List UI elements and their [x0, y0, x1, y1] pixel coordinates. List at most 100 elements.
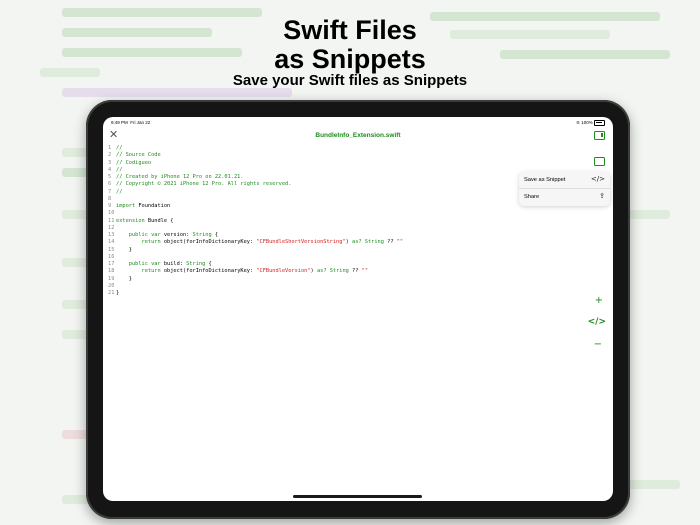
battery-percent: 100% [581, 120, 593, 126]
code-token: { [211, 232, 219, 238]
ipad-device-frame: 9:49 PM Fri Jan 22 ≋ 100% ✕ BundleInfo_E… [86, 100, 630, 519]
code-line: 6 // Copyright © 2021 iPhone 12 Pro. All … [108, 181, 403, 188]
line-number: 6 [108, 181, 112, 188]
context-menu: Save as Snippet </> Share ⇪ [519, 172, 610, 206]
menu-item-label: Save as Snippet [524, 177, 566, 183]
code-line: 9 import Foundation [108, 203, 403, 210]
line-number: 2 [108, 152, 112, 159]
code-line: 18 return object(forInfoDictionaryKey: "… [108, 268, 403, 275]
headline-line-1: Swift Files [283, 15, 417, 45]
code-line: 3 // Codigueo [108, 160, 403, 167]
code-token: public var [128, 232, 161, 238]
status-date: Fri Jan 22 [130, 120, 151, 125]
code-token: // Codigueo [116, 159, 152, 166]
code-token: String [192, 232, 212, 238]
code-token: object(forInfoDictionaryKey: [160, 268, 257, 275]
code-line: 4 // [108, 167, 403, 174]
line-number: 8 [108, 195, 112, 202]
code-token: return [141, 268, 161, 275]
share-icon: ⇪ [599, 192, 605, 200]
menu-item-share[interactable]: Share ⇪ [519, 189, 610, 205]
line-number: 11 [108, 217, 115, 224]
code-token: // [116, 145, 123, 151]
code-line: 5 // Created by iPhone 12 Pro on 22.01.21… [108, 174, 403, 181]
menu-item-save-as-snippet[interactable]: Save as Snippet </> [519, 172, 610, 189]
app-screen: 9:49 PM Fri Jan 22 ≋ 100% ✕ BundleInfo_E… [103, 117, 613, 501]
line-number: 10 [108, 210, 115, 217]
line-number: 7 [108, 188, 112, 195]
code-line: 10 [108, 210, 403, 217]
code-line: 21} [108, 290, 403, 297]
sidebar-toggle-icon[interactable] [594, 131, 605, 140]
menu-item-label: Share [524, 194, 540, 200]
code-line: 12 [108, 225, 403, 232]
code-line: 11 extension Bundle { [108, 218, 403, 225]
code-token: "CFBundleVersion" [256, 268, 311, 275]
line-number: 4 [108, 166, 112, 173]
code-token: ?? [383, 239, 397, 246]
code-token: // [116, 188, 123, 195]
code-token: build: [160, 261, 187, 267]
code-brackets-icon: </> [590, 175, 605, 183]
code-line: 1 // [108, 145, 403, 152]
code-token: // Created by iPhone 12 Pro on 22.01.21. [116, 174, 244, 180]
line-number: 18 [108, 268, 115, 275]
code-token: } [116, 275, 132, 282]
code-token: // [116, 166, 123, 173]
line-number: 15 [108, 246, 115, 253]
code-line: 7 // [108, 189, 403, 196]
code-token: import [116, 203, 136, 209]
code-token: // Source Code [116, 152, 161, 159]
code-line: 16 [108, 254, 403, 261]
line-number: 19 [108, 275, 115, 282]
line-number: 9 [108, 203, 112, 209]
headline-line-2: as Snippets [274, 44, 426, 74]
code-token: "" [396, 239, 404, 246]
file-title: BundleInfo_Extension.swift [315, 132, 401, 139]
line-number: 13 [108, 232, 115, 238]
minus-icon[interactable]: − [594, 339, 602, 350]
code-token: } [116, 246, 132, 253]
promo-subtitle: Save your Swift files as Snippets [232, 72, 468, 89]
code-token: as? [316, 268, 327, 275]
code-token: Foundation [135, 203, 171, 209]
code-token: extension [116, 217, 145, 224]
line-number: 12 [108, 224, 115, 231]
code-line: 8 [108, 196, 403, 203]
plus-icon[interactable]: + [595, 295, 603, 306]
code-token: String [364, 239, 384, 246]
battery-icon [594, 120, 605, 126]
code-token: { [205, 261, 212, 267]
line-number: 3 [108, 159, 112, 166]
home-indicator[interactable] [293, 495, 422, 498]
code-line: 14 return object(forInfoDictionaryKey: "… [108, 239, 403, 246]
line-number: 14 [108, 239, 115, 246]
snippet-code-icon[interactable]: </> [588, 317, 606, 327]
wifi-icon: ≋ [576, 120, 580, 126]
code-line: 17 public var build: String { [108, 261, 403, 268]
code-line: 13 public var version: String { [108, 232, 403, 239]
line-number: 20 [108, 282, 115, 289]
code-token: // Copyright © 2021 iPhone 12 Pro. All r… [116, 181, 292, 188]
line-number: 17 [108, 261, 115, 267]
line-number: 5 [108, 174, 112, 180]
code-token: } [116, 290, 120, 296]
status-time: 9:49 PM [111, 120, 128, 125]
code-token: object(forInfoDictionaryKey: [160, 239, 257, 246]
code-token: version: [160, 232, 193, 238]
code-token: String [186, 261, 206, 267]
background-code-stripe [62, 88, 292, 97]
line-number: 21 [108, 290, 115, 296]
code-token: "" [361, 268, 369, 275]
promo-headline: Swift Files as Snippets [0, 16, 700, 74]
code-token: public var [128, 261, 161, 267]
code-line: 15 } [108, 247, 403, 254]
code-token: ?? [348, 268, 362, 275]
code-editor[interactable]: 1 // 2 // Source Code 3 // Codigueo 4 // 5 // Cre… [108, 145, 403, 297]
layout-toggle-icon[interactable] [594, 157, 605, 166]
status-bar: 9:49 PM Fri Jan 22 ≋ 100% [111, 120, 605, 128]
